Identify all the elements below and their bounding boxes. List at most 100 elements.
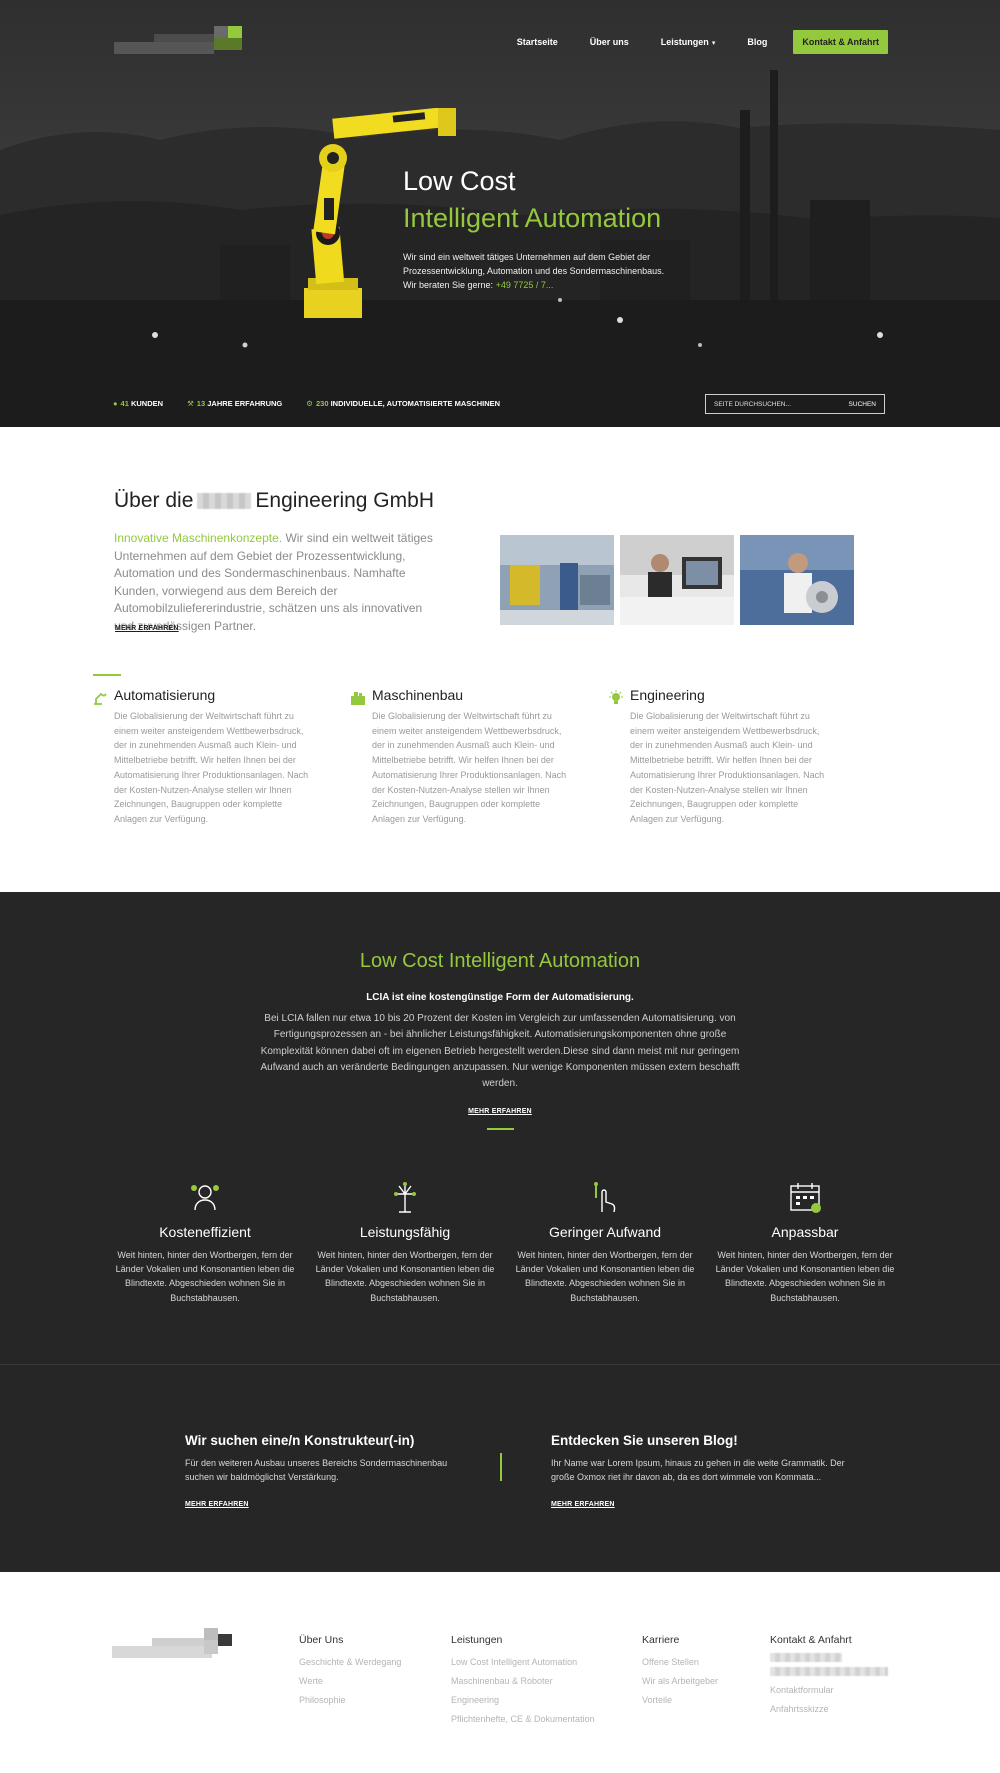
footer-link[interactable]: Offene Stellen xyxy=(642,1653,718,1672)
nav-leistungen[interactable]: Leistungen ▾ xyxy=(661,37,716,47)
blurred-contact-line xyxy=(770,1667,888,1676)
feature-text: Weit hinten, hinter den Wortbergen, fern… xyxy=(115,1250,295,1303)
office-photo xyxy=(620,535,734,625)
feature-title: Geringer Aufwand xyxy=(548,1224,662,1240)
feature-kosteneffizient: Kosteneffizient Weit hinten, hinter den … xyxy=(105,1180,305,1305)
calendar-icon xyxy=(790,1183,821,1213)
search-button[interactable]: SUCHEN xyxy=(849,401,876,408)
hero-subtitle: Intelligent Automation xyxy=(403,203,662,233)
footer-link[interactable]: Philosophie xyxy=(299,1691,401,1710)
stat-experience: ⚒ 13 JAHRE ERFAHRUNG xyxy=(187,399,282,408)
stat-label: JAHRE ERFAHRUNG xyxy=(207,399,283,408)
hero-consult-label: Wir beraten Sie gerne: xyxy=(403,280,494,290)
cta-section: Wir suchen eine/n Konstrukteur(-in) Für … xyxy=(0,1364,1000,1572)
footer-logo[interactable] xyxy=(112,1624,242,1664)
footer-link[interactable]: Werte xyxy=(299,1672,401,1691)
footer-link[interactable]: Vorteile xyxy=(642,1691,718,1710)
stat-machines: ⚙ 230 INDIVIDUELLE, AUTOMATISIERTE MASCHI… xyxy=(306,399,500,408)
job-more-link[interactable]: MEHR ERFAHREN xyxy=(185,1501,249,1508)
footer-link[interactable]: Kontaktformular xyxy=(770,1681,888,1700)
footer-col-contact: Kontakt & Anfahrt Kontaktformular Anfahr… xyxy=(770,1634,888,1719)
about-title: Über die Engineering GmbH xyxy=(114,489,434,513)
footer-link[interactable]: Wir als Arbeitgeber xyxy=(642,1672,718,1691)
hero-section: Startseite Über uns Leistungen ▾ Blog Kon… xyxy=(0,0,1000,427)
footer-col-title: Kontakt & Anfahrt xyxy=(770,1634,852,1646)
feature-text: Weit hinten, hinter den Wortbergen, fern… xyxy=(715,1250,895,1303)
robot-arm-icon xyxy=(94,692,107,705)
stat-label: KUNDEN xyxy=(130,399,164,408)
contact-button[interactable]: Kontakt & Anfahrt xyxy=(793,30,888,54)
stat-number: 13 xyxy=(196,399,206,408)
nav-blog[interactable]: Blog xyxy=(747,37,767,47)
feature-text: Weit hinten, hinter den Wortbergen, fern… xyxy=(315,1250,495,1303)
search-box: SUCHEN xyxy=(705,394,885,414)
about-title-prefix: Über die xyxy=(114,489,194,512)
company-logo[interactable] xyxy=(114,22,264,62)
firework-icon xyxy=(394,1182,416,1213)
footer-link[interactable]: Engineering xyxy=(451,1691,595,1710)
blurred-contact-line xyxy=(770,1653,842,1662)
features-row: Kosteneffizient Weit hinten, hinter den … xyxy=(105,1180,905,1305)
hero-title: Low Cost xyxy=(403,166,516,196)
service-text: Die Globalisierung der Weltwirtschaft fü… xyxy=(372,711,567,824)
hero-text: Wir sind ein weltweit tätiges Unternehme… xyxy=(403,252,665,276)
stat-number: 41 xyxy=(120,399,129,408)
about-body: Wir sind ein weltweit tätiges Unternehme… xyxy=(114,531,433,633)
footer-col-about: Über Uns Geschichte & Werdegang Werte Ph… xyxy=(299,1634,401,1710)
lightbulb-icon xyxy=(609,690,623,704)
blog-teaser: Entdecken Sie unseren Blog! Ihr Name war… xyxy=(551,1433,861,1511)
stats-bar: ● 41 KUNDEN ⚒ 13 JAHRE ERFAHRUNG ⚙ 230 INDI… xyxy=(113,399,500,408)
blog-more-link[interactable]: MEHR ERFAHREN xyxy=(551,1501,615,1508)
hero-description: Wir sind ein weltweit tätiges Unternehme… xyxy=(403,250,703,292)
nav-ueber-uns[interactable]: Über uns xyxy=(590,37,629,47)
footer-link[interactable]: Anfahrtsskizze xyxy=(770,1700,888,1719)
job-title: Wir suchen eine/n Konstrukteur(-in) xyxy=(185,1433,415,1448)
footer-col-services: Leistungen Low Cost Intelligent Automati… xyxy=(451,1634,595,1729)
service-maschinenbau: Maschinenbau Die Globalisierung der Welt… xyxy=(350,687,608,827)
about-photos xyxy=(500,535,854,625)
lcia-title: Low Cost Intelligent Automation xyxy=(359,950,641,972)
chevron-down-icon: ▾ xyxy=(711,40,716,47)
cta-divider xyxy=(500,1453,502,1481)
factory-photo xyxy=(500,535,614,625)
nav-leistungen-label: Leistungen xyxy=(660,37,709,47)
section-divider xyxy=(93,674,121,676)
feature-title: Anpassbar xyxy=(771,1224,839,1240)
footer-col-title: Über Uns xyxy=(299,1634,344,1646)
about-more-link[interactable]: MEHR ERFAHREN xyxy=(115,625,179,632)
blurred-company-name xyxy=(197,493,252,510)
gear-icon: ⚙ xyxy=(306,399,313,408)
engineer-photo xyxy=(740,535,854,625)
main-nav: Startseite Über uns Leistungen ▾ Blog Kon… xyxy=(485,30,888,54)
feature-text: Weit hinten, hinter den Wortbergen, fern… xyxy=(515,1250,695,1303)
lcia-more-link[interactable]: MEHR ERFAHREN xyxy=(468,1108,532,1115)
nav-startseite[interactable]: Startseite xyxy=(517,37,558,47)
feature-title: Leistungsfähig xyxy=(359,1224,451,1240)
job-teaser: Wir suchen eine/n Konstrukteur(-in) Für … xyxy=(185,1433,465,1511)
footer-link[interactable]: Low Cost Intelligent Automation xyxy=(451,1653,595,1672)
machine-icon xyxy=(351,692,365,705)
service-text: Die Globalisierung der Weltwirtschaft fü… xyxy=(630,711,825,824)
lcia-section: Low Cost Intelligent Automation LCIA ist… xyxy=(0,892,1000,1364)
blog-text: Ihr Name war Lorem Ipsum, hinaus zu gehe… xyxy=(551,1458,845,1483)
service-title: Automatisierung xyxy=(114,687,216,703)
service-text: Die Globalisierung der Weltwirtschaft fü… xyxy=(114,711,309,824)
about-title-suffix: Engineering GmbH xyxy=(255,489,434,512)
footer: Über Uns Geschichte & Werdegang Werte Ph… xyxy=(0,1572,1000,1773)
footer-link[interactable]: Geschichte & Werdegang xyxy=(299,1653,401,1672)
person-money-icon xyxy=(191,1185,219,1211)
footer-col-title: Leistungen xyxy=(451,1634,503,1646)
footer-link[interactable]: Pflichtenhefte, CE & Dokumentation xyxy=(451,1710,595,1729)
lcia-more-wrap: MEHR ERFAHREN xyxy=(0,1100,1000,1118)
feature-title: Kosteneffizient xyxy=(159,1224,251,1240)
about-text: Innovative Maschinenkonzepte. Wir sind e… xyxy=(114,530,439,635)
job-text: Für den weiteren Ausbau unseres Bereichs… xyxy=(185,1458,448,1483)
stat-label: INDIVIDUELLE, AUTOMATISIERTE MASCHINEN xyxy=(330,399,501,408)
hero-phone-link[interactable]: +49 7725 / 7... xyxy=(496,280,554,290)
feature-geringer-aufwand: Geringer Aufwand Weit hinten, hinter den… xyxy=(505,1180,705,1305)
section-divider xyxy=(487,1128,514,1130)
feature-leistungsfaehig: Leistungsfähig Weit hinten, hinter den W… xyxy=(305,1180,505,1305)
service-title: Engineering xyxy=(630,687,705,703)
footer-link[interactable]: Maschinenbau & Roboter xyxy=(451,1672,595,1691)
search-input[interactable] xyxy=(714,400,834,408)
